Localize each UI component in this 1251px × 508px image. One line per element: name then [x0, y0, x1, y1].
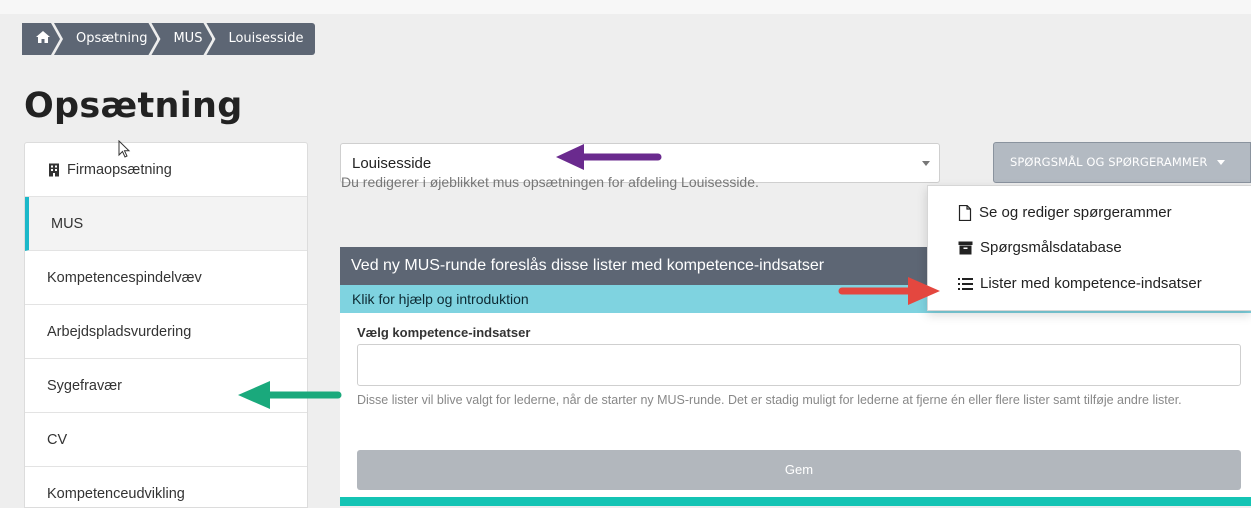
- teal-accent-bar: [340, 497, 1251, 506]
- menu-item-lister-med-kompetence-indsatser[interactable]: Lister med kompetence-indsatser: [958, 275, 1202, 292]
- list-icon: [958, 277, 973, 290]
- sidebar-item-label: Sygefravær: [47, 377, 122, 394]
- sidebar-item-label: Firmaopsætning: [67, 161, 172, 178]
- field-help-text: Disse lister vil blive valgt for lederne…: [357, 393, 1182, 407]
- dropdown-button-label: SPØRGSMÅL OG SPØRGERAMMER: [1010, 155, 1208, 169]
- breadcrumb-item-louisesside[interactable]: Louisesside: [206, 23, 316, 55]
- questions-dropdown-button[interactable]: SPØRGSMÅL OG SPØRGERAMMER: [993, 142, 1251, 183]
- menu-item-se-og-rediger-spoergerammer[interactable]: Se og rediger spørgerammer: [958, 204, 1172, 221]
- department-select-value: Louisesside: [352, 155, 432, 172]
- purple-arrow-icon: [556, 144, 662, 170]
- sidebar-item-label: MUS: [51, 215, 84, 232]
- sidebar-item-mus[interactable]: MUS: [25, 197, 307, 251]
- field-label: Vælg kompetence-indsatser: [357, 325, 531, 340]
- sidebar-item-arbejdspladsvurdering[interactable]: Arbejdspladsvurdering: [25, 305, 307, 359]
- menu-item-label: Se og rediger spørgerammer: [979, 204, 1172, 221]
- sidebar: Firmaopsætning MUS Kompetencespindelvæv …: [24, 142, 308, 508]
- mouse-cursor-icon: [118, 140, 131, 158]
- menu-item-label: Lister med kompetence-indsatser: [980, 275, 1202, 292]
- dropdown-menu: Se og rediger spørgerammer Spørgsmålsdat…: [927, 185, 1251, 311]
- sidebar-item-cv[interactable]: CV: [25, 413, 307, 467]
- menu-item-spoergsmaalsdatabase[interactable]: Spørgsmålsdatabase: [958, 239, 1122, 256]
- breadcrumb-item-opsaetning[interactable]: Opsætning: [54, 23, 157, 55]
- page-title: Opsætning: [24, 86, 243, 126]
- sidebar-item-label: Arbejdspladsvurdering: [47, 323, 192, 340]
- green-arrow-icon: [238, 381, 342, 409]
- breadcrumb-item-mus[interactable]: MUS: [151, 23, 212, 55]
- chevron-down-icon: [922, 161, 930, 166]
- sidebar-item-firmaopsaetning[interactable]: Firmaopsætning: [25, 143, 307, 197]
- sidebar-item-label: Kompetencespindelvæv: [47, 269, 202, 286]
- file-icon: [958, 204, 972, 221]
- save-button[interactable]: Gem: [357, 450, 1241, 490]
- sidebar-item-label: Kompetenceudvikling: [47, 485, 185, 502]
- sidebar-item-kompetenceudvikling[interactable]: Kompetenceudvikling: [25, 467, 307, 507]
- building-icon: [49, 163, 59, 176]
- menu-item-label: Spørgsmålsdatabase: [980, 239, 1122, 256]
- top-strip: [0, 0, 1251, 14]
- competence-select-input[interactable]: [357, 344, 1241, 386]
- sidebar-item-kompetencespindelvaev[interactable]: Kompetencespindelvæv: [25, 251, 307, 305]
- home-icon: [36, 31, 50, 43]
- caret-down-icon: [1217, 160, 1226, 165]
- red-arrow-icon: [838, 277, 940, 305]
- breadcrumb: Opsætning MUS Louisesside: [22, 23, 316, 55]
- sidebar-item-label: CV: [47, 431, 68, 448]
- breadcrumb-home[interactable]: [22, 23, 60, 55]
- archive-icon: [958, 241, 973, 254]
